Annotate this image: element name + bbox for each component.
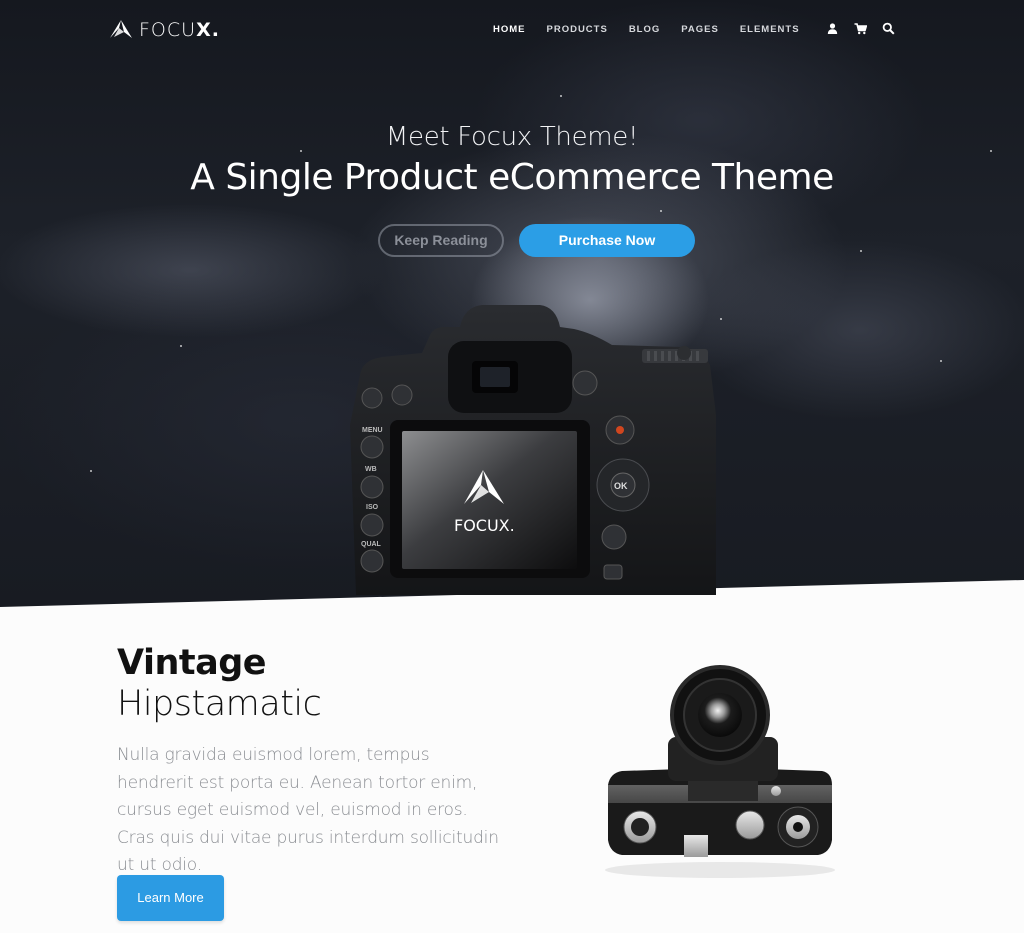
hero-subtitle: Meet Focux Theme! xyxy=(385,122,639,152)
user-icon[interactable] xyxy=(826,22,839,35)
svg-text:QUAL: QUAL xyxy=(361,541,382,548)
nav-item-elements[interactable]: ELEMENTS xyxy=(740,24,800,35)
screen-logo-text: FOCUX. xyxy=(454,516,515,535)
svg-text:WB: WB xyxy=(365,466,377,473)
nav-icons xyxy=(826,22,895,35)
hero-title: A Single Product eCommerce Theme xyxy=(190,157,834,198)
brand-logo[interactable]: FOCUX. xyxy=(110,19,220,41)
feature-heading-bold: Vintage xyxy=(117,643,267,683)
vintage-camera-image xyxy=(605,665,835,878)
nav-item-pages[interactable]: PAGES xyxy=(681,24,719,35)
feature-heading-light: Hipstamatic xyxy=(117,684,322,724)
nav-item-products[interactable]: PRODUCTS xyxy=(547,24,608,35)
dslr-camera-image: MENU WB ISO QUAL FOCUX. OK xyxy=(350,305,716,595)
search-icon[interactable] xyxy=(882,22,895,35)
svg-text:OK: OK xyxy=(614,481,628,491)
top-navigation: FOCUX. HOME PRODUCTS BLOG PAGES ELEMENTS xyxy=(0,0,1024,60)
main-menu: HOME PRODUCTS BLOG PAGES ELEMENTS xyxy=(493,24,821,35)
purchase-now-button[interactable]: Purchase Now xyxy=(519,224,695,257)
logo-icon xyxy=(110,20,132,38)
feature-description: Nulla gravida euismod lorem, tempus hend… xyxy=(117,745,499,875)
nav-item-blog[interactable]: BLOG xyxy=(629,24,660,35)
brand-name: FOCUX. xyxy=(139,19,220,41)
cart-icon[interactable] xyxy=(854,22,868,35)
svg-text:ISO: ISO xyxy=(366,504,379,511)
nav-item-home[interactable]: HOME xyxy=(493,24,526,35)
svg-text:MENU: MENU xyxy=(362,427,383,434)
learn-more-button[interactable]: Learn More xyxy=(117,875,224,921)
keep-reading-button[interactable]: Keep Reading xyxy=(378,224,504,257)
